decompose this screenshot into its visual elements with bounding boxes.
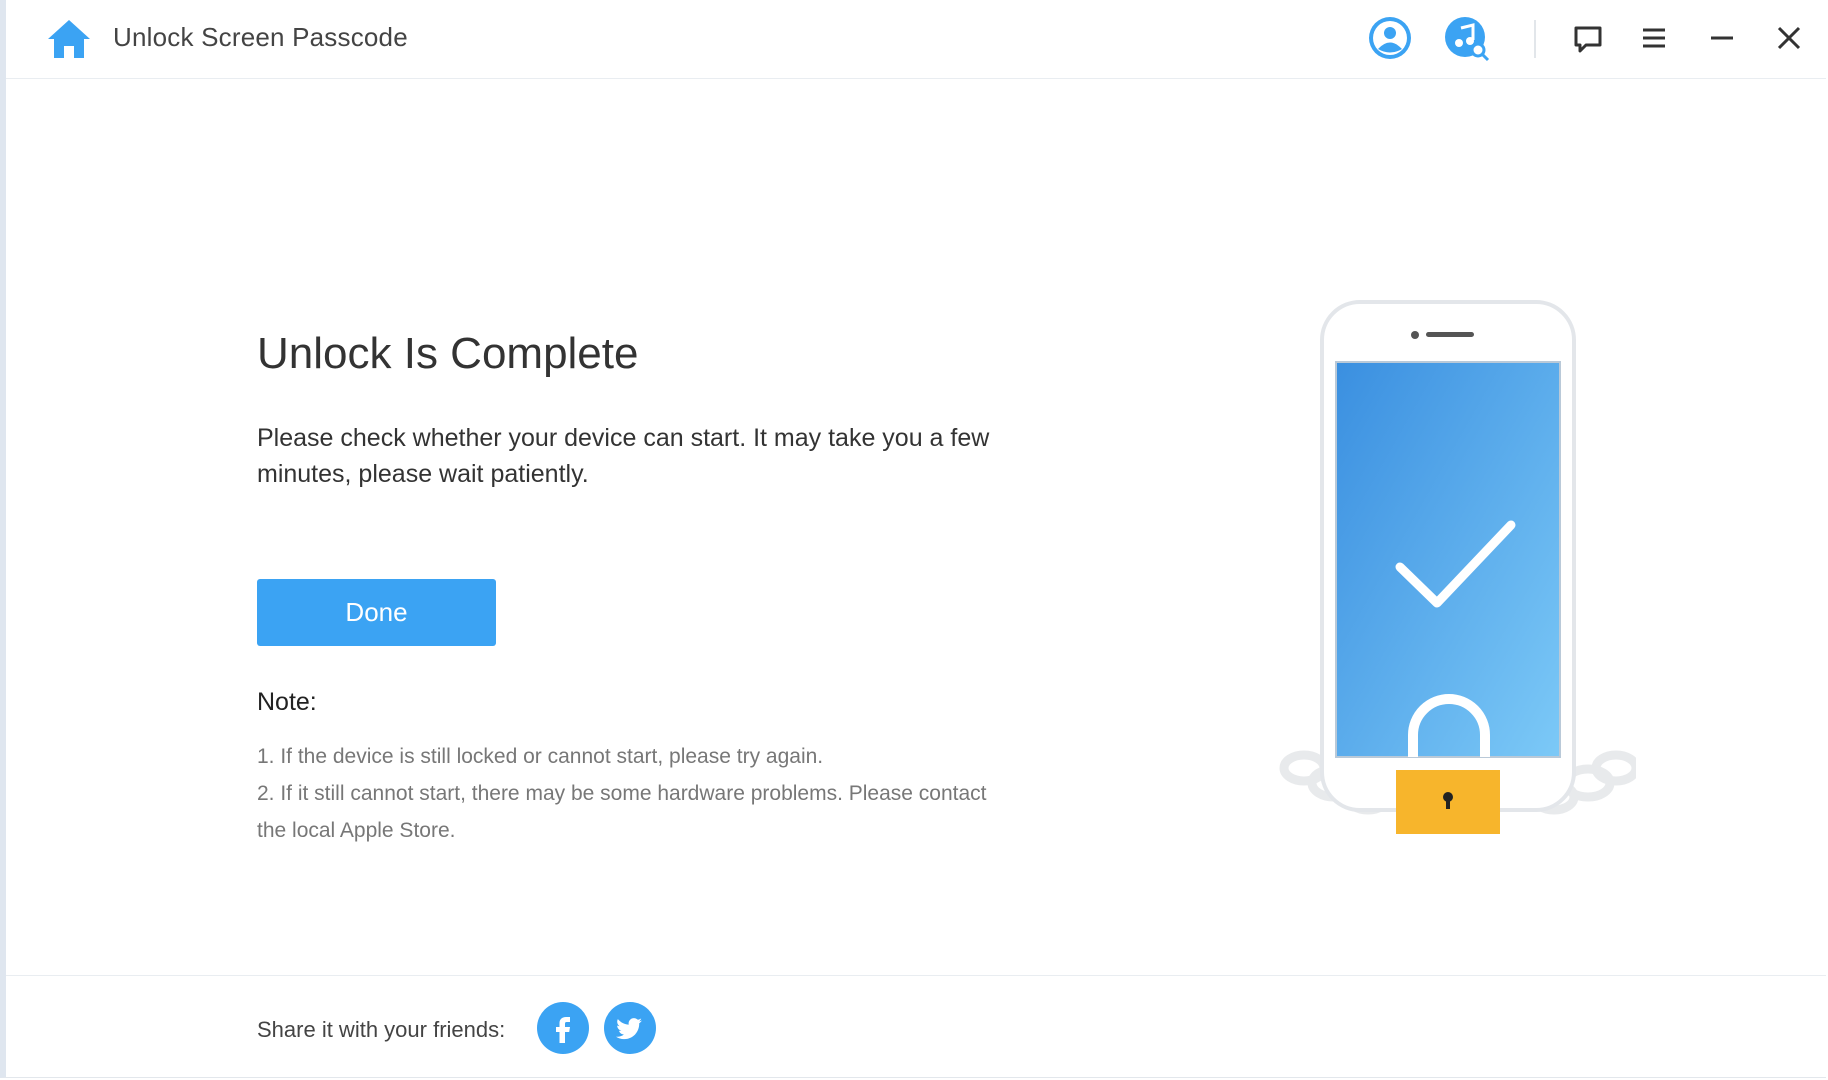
home-icon[interactable]: [46, 18, 92, 60]
twitter-icon[interactable]: [604, 1002, 656, 1054]
music-search-icon[interactable]: [1443, 14, 1491, 62]
app-window: Unlock Screen Passcode Unlock Is Complet…: [0, 0, 1826, 1078]
share-label: Share it with your friends:: [257, 1017, 506, 1042]
unlocked-phone-illustration: [1279, 300, 1636, 834]
page-title: Unlock Is Complete: [257, 329, 639, 379]
done-button[interactable]: Done: [257, 579, 496, 646]
note-item: 1. If the device is still locked or cann…: [257, 745, 824, 768]
account-icon[interactable]: [1366, 14, 1414, 62]
description-text: Please check whether your device can sta…: [257, 424, 990, 488]
app-title: Unlock Screen Passcode: [113, 22, 408, 52]
feedback-icon[interactable]: [1564, 14, 1612, 62]
note-item: 2. If it still cannot start, there may b…: [257, 782, 987, 842]
title-bar: Unlock Screen Passcode: [6, 0, 1826, 79]
menu-icon[interactable]: [1630, 14, 1678, 62]
footer-divider: [6, 975, 1826, 976]
toolbar-divider: [1534, 20, 1536, 58]
minimize-icon[interactable]: [1698, 14, 1746, 62]
note-list: 1. If the device is still locked or cann…: [257, 738, 1017, 849]
facebook-icon[interactable]: [537, 1002, 589, 1054]
note-title: Note:: [257, 688, 317, 716]
close-icon[interactable]: [1765, 14, 1813, 62]
